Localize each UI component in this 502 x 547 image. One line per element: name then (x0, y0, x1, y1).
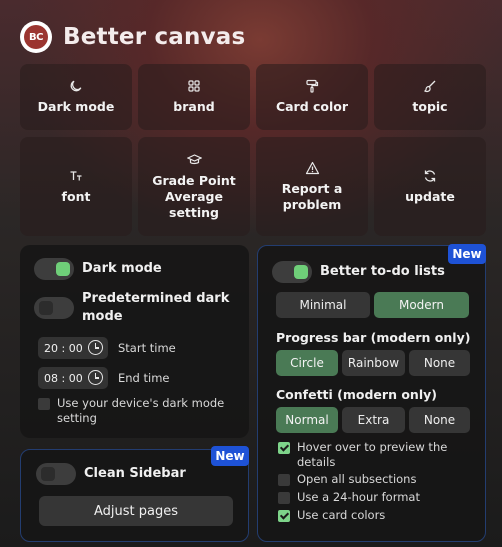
hover-preview-checkbox[interactable] (278, 442, 290, 454)
warning-icon (305, 161, 319, 174)
better-todo-toggle[interactable] (272, 261, 312, 283)
tile-label: brand (173, 99, 215, 114)
brush-icon (424, 80, 436, 93)
new-badge: New (448, 244, 486, 264)
tile-gpa-setting[interactable]: Grade Point Average setting (138, 137, 250, 236)
tile-label: Card color (275, 99, 349, 114)
tile-dark-mode[interactable]: Dark mode (20, 64, 132, 130)
paint-roller-icon (306, 79, 319, 93)
tile-label: Report a problem (281, 180, 343, 212)
tile-brand[interactable]: brand (138, 64, 250, 130)
predetermined-dark-mode-toggle[interactable] (34, 297, 74, 319)
clock-icon[interactable] (88, 340, 103, 355)
progress-option-none[interactable]: None (409, 350, 470, 376)
confetti-label: Confetti (modern only) (276, 387, 437, 402)
progress-bar-label: Progress bar (modern only) (276, 330, 471, 345)
better-todo-label: Better to-do lists (320, 264, 445, 279)
confetti-option-extra[interactable]: Extra (342, 407, 405, 433)
start-time-input[interactable]: 20 : 00 (38, 337, 108, 359)
logo-text: BC (24, 25, 48, 49)
start-time-value: 20 : 00 (44, 341, 83, 355)
24-hour-format-label: Use a 24-hour format (297, 490, 420, 504)
toggle-knob (41, 467, 55, 481)
moon-icon (70, 80, 82, 92)
graduation-cap-icon (186, 153, 202, 164)
dark-mode-label: Dark mode (82, 261, 162, 276)
style-option-minimal[interactable]: Minimal (276, 292, 370, 318)
dark-mode-toggle[interactable] (34, 258, 74, 280)
tile-label: topic (412, 99, 448, 114)
tile-label: Dark mode (37, 99, 115, 114)
tile-label: update (405, 188, 455, 204)
tile-label: Grade Point Average setting (152, 172, 236, 220)
device-dark-mode-checkbox[interactable] (38, 398, 50, 410)
new-badge: New (211, 446, 249, 466)
card-colors-label: Use card colors (297, 508, 386, 522)
end-time-value: 08 : 00 (44, 371, 83, 385)
progress-option-rainbow[interactable]: Rainbow (342, 350, 405, 376)
start-time-label: Start time (118, 341, 176, 355)
end-time-input[interactable]: 08 : 00 (38, 367, 108, 389)
app-title: Better canvas (63, 24, 246, 50)
confetti-option-none[interactable]: None (409, 407, 470, 433)
24-hour-format-checkbox[interactable] (278, 492, 290, 504)
hover-preview-label: Hover over to preview the details (297, 440, 448, 469)
open-subsections-checkbox[interactable] (278, 474, 290, 486)
clean-sidebar-card: New Clean Sidebar Adjust pages (20, 446, 249, 542)
text-size-icon (70, 170, 82, 180)
dark-mode-card: Dark mode Predetermined dark mode 20 : 0… (20, 245, 249, 438)
toggle-knob (294, 265, 308, 279)
predetermined-dark-mode-label: Predetermined dark mode (82, 291, 230, 324)
confetti-option-normal[interactable]: Normal (276, 407, 338, 433)
toggle-knob (39, 301, 53, 315)
grid-icon (188, 80, 200, 92)
tile-card-color[interactable]: Card color (256, 64, 368, 130)
style-option-modern[interactable]: Modern (374, 292, 469, 318)
card-colors-checkbox[interactable] (278, 510, 290, 522)
refresh-icon (424, 169, 436, 182)
tile-report-problem[interactable]: Report a problem (256, 137, 368, 236)
adjust-pages-button[interactable]: Adjust pages (39, 496, 233, 526)
todo-card: New Better to-do lists Minimal Modern Pr… (257, 244, 486, 542)
open-subsections-label: Open all subsections (297, 472, 417, 486)
clock-icon[interactable] (88, 370, 103, 385)
clean-sidebar-toggle[interactable] (36, 463, 76, 485)
header: BC Better canvas (20, 20, 245, 54)
app-logo: BC (20, 21, 52, 53)
toggle-knob (56, 262, 70, 276)
tile-topic[interactable]: topic (374, 64, 486, 130)
tile-label: font (61, 188, 91, 204)
clean-sidebar-label: Clean Sidebar (84, 466, 186, 481)
progress-option-circle[interactable]: Circle (276, 350, 338, 376)
end-time-label: End time (118, 371, 170, 385)
device-dark-mode-label: Use your device's dark mode setting (57, 396, 225, 425)
tile-update[interactable]: update (374, 137, 486, 236)
tile-font[interactable]: font (20, 137, 132, 236)
